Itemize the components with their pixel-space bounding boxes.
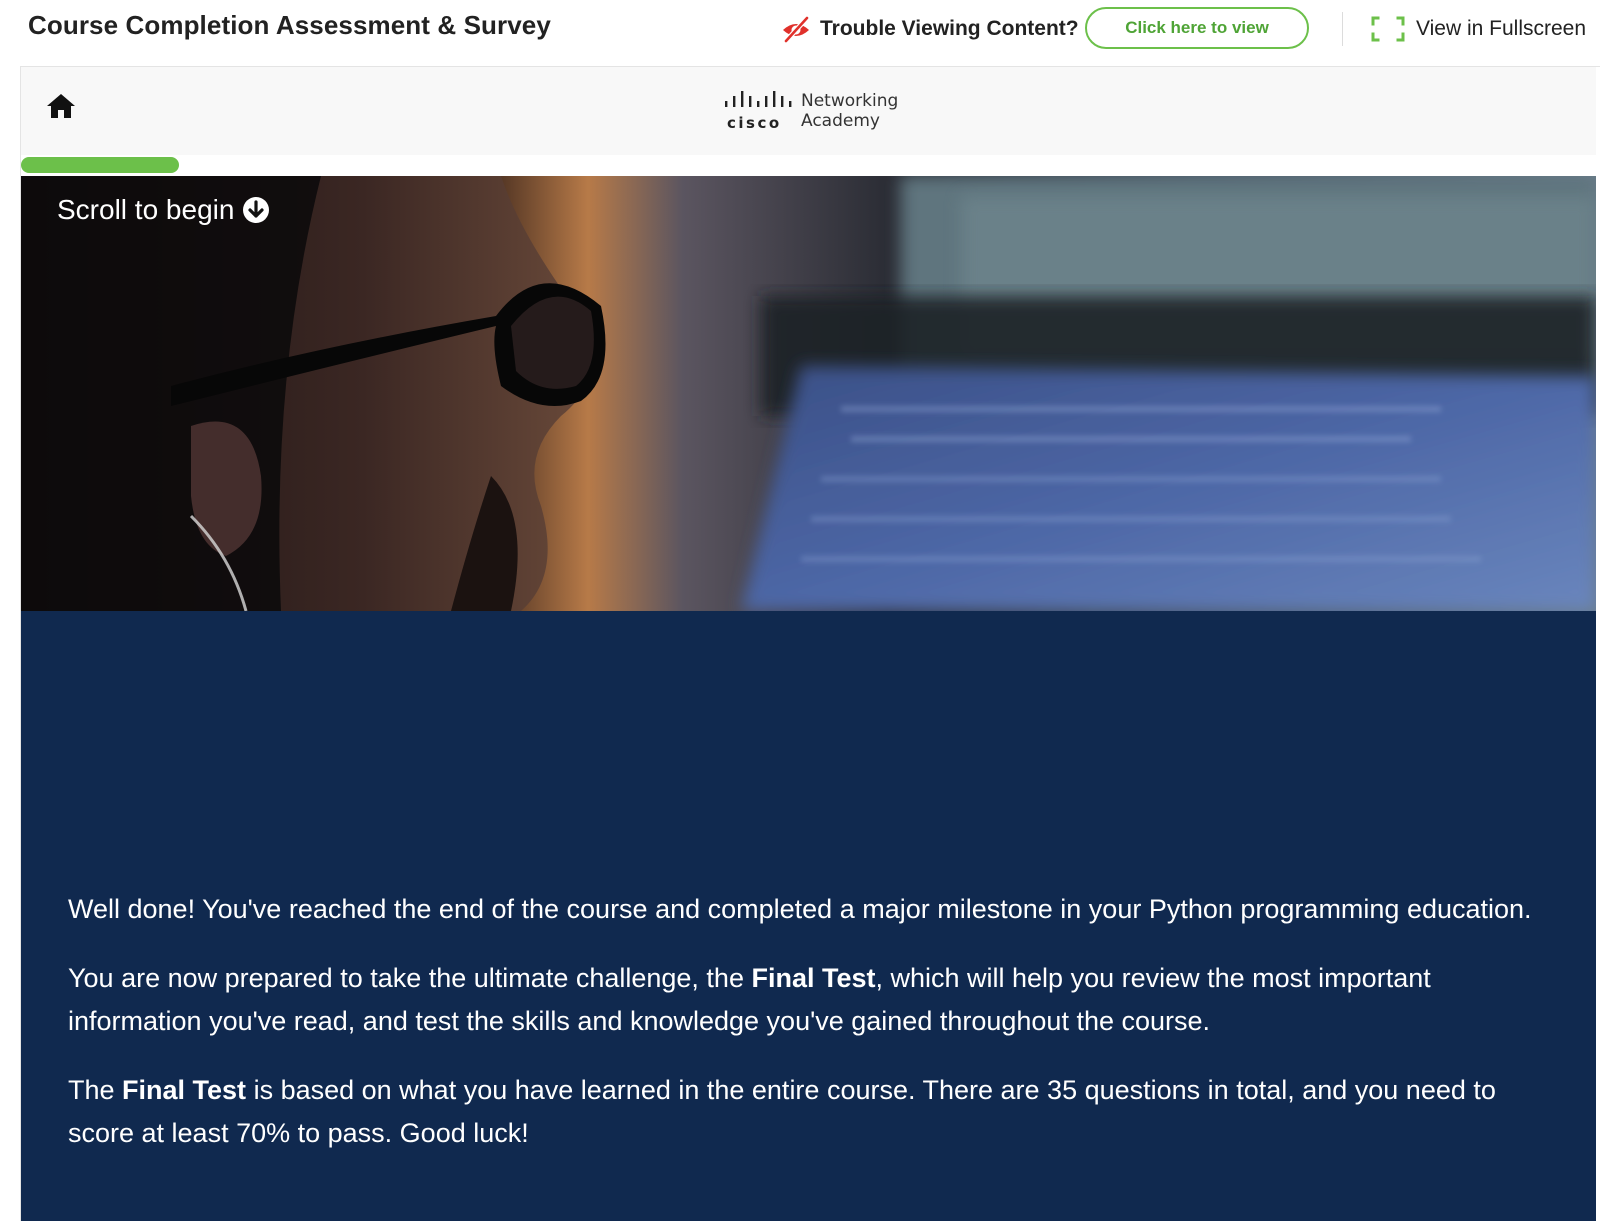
intro-paragraph-2: You are now prepared to take the ultimat… bbox=[68, 957, 1568, 1043]
intro-panel: Well done! You've reached the end of the… bbox=[21, 611, 1596, 1221]
intro-paragraph-3: The Final Test is based on what you have… bbox=[68, 1069, 1568, 1155]
logo-text: Networking Academy bbox=[801, 91, 898, 131]
scroll-to-begin-label: Scroll to begin bbox=[57, 194, 235, 225]
cisco-networking-academy-logo: cisco Networking Academy bbox=[721, 91, 898, 133]
fullscreen-icon bbox=[1371, 16, 1405, 42]
click-here-to-view-button[interactable]: Click here to view bbox=[1085, 7, 1309, 49]
course-progress-bar bbox=[21, 155, 1596, 175]
arrow-down-circle-icon bbox=[243, 197, 270, 223]
top-header: Course Completion Assessment & Survey Tr… bbox=[0, 0, 1600, 62]
intro-p3-start: The bbox=[68, 1075, 123, 1105]
final-test-emphasis: Final Test bbox=[122, 1075, 247, 1105]
intro-p2-start: You are now prepared to take the ultimat… bbox=[68, 963, 752, 993]
intro-paragraph-1: Well done! You've reached the end of the… bbox=[68, 894, 1532, 924]
trouble-viewing-notice: Trouble Viewing Content? bbox=[780, 14, 1079, 44]
page-title: Course Completion Assessment & Survey bbox=[28, 10, 551, 40]
logo-line-networking: Networking bbox=[801, 91, 899, 111]
cisco-wordmark: cisco bbox=[727, 114, 782, 132]
header-divider bbox=[1342, 12, 1343, 46]
fullscreen-label: View in Fullscreen bbox=[1416, 17, 1587, 40]
final-test-emphasis: Final Test bbox=[751, 963, 876, 993]
home-icon[interactable] bbox=[45, 91, 77, 121]
scroll-to-begin[interactable]: Scroll to begin bbox=[57, 194, 270, 226]
hero-banner: Scroll to begin bbox=[21, 176, 1596, 611]
trouble-viewing-text: Trouble Viewing Content? bbox=[820, 17, 1079, 40]
course-progress-fill bbox=[21, 157, 179, 173]
eye-slash-icon bbox=[783, 16, 809, 43]
intro-text: Well done! You've reached the end of the… bbox=[68, 888, 1568, 1181]
cisco-bridge-logo-icon: cisco bbox=[721, 91, 795, 133]
logo-line-academy: Academy bbox=[801, 111, 880, 131]
course-nav-bar: cisco Networking Academy bbox=[21, 67, 1596, 155]
hero-photo bbox=[21, 176, 1596, 611]
intro-p3-end: is based on what you have learned in the… bbox=[68, 1075, 1496, 1148]
view-fullscreen-button[interactable]: View in Fullscreen bbox=[1370, 14, 1586, 44]
